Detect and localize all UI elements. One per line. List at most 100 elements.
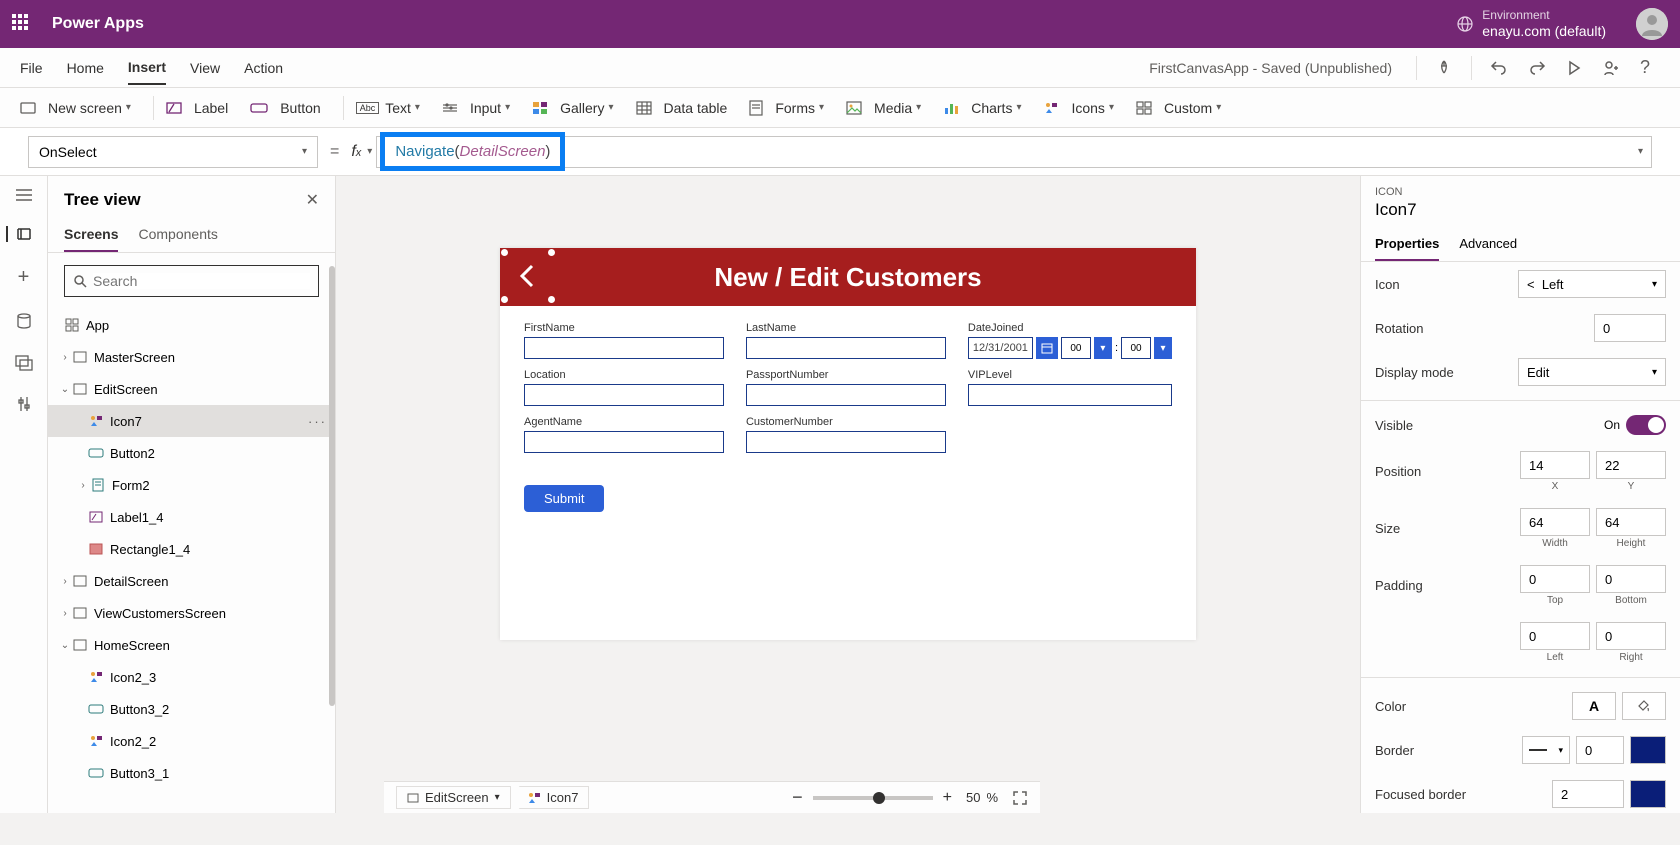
- zoom-slider[interactable]: [813, 796, 933, 800]
- close-icon[interactable]: ✕: [306, 190, 319, 210]
- undo-icon[interactable]: [1490, 59, 1508, 77]
- min-chevron-icon[interactable]: ▾: [1154, 337, 1172, 359]
- last-name-input[interactable]: [746, 337, 946, 359]
- menu-view[interactable]: View: [190, 52, 220, 84]
- border-style-select[interactable]: ▾: [1522, 736, 1570, 764]
- tree-scrollbar[interactable]: [329, 266, 335, 706]
- app-launcher-icon[interactable]: [12, 14, 32, 34]
- formula-input[interactable]: Navigate(DetailScreen) ▾: [376, 136, 1652, 168]
- width-input[interactable]: 64: [1520, 508, 1590, 536]
- vip-input[interactable]: [968, 384, 1172, 406]
- tree-masterscreen[interactable]: ›MasterScreen: [48, 341, 335, 373]
- pos-x-input[interactable]: 14: [1520, 451, 1590, 479]
- tree-rect1-4[interactable]: Rectangle1_4: [48, 533, 335, 565]
- breadcrumb-icon7[interactable]: Icon7: [510, 786, 590, 809]
- calendar-icon[interactable]: [1036, 337, 1058, 359]
- menu-action[interactable]: Action: [244, 52, 283, 84]
- tools-icon[interactable]: [16, 395, 32, 413]
- tree-app[interactable]: App: [48, 309, 335, 341]
- tree-button3-1[interactable]: Button3_1: [48, 757, 335, 789]
- hour-chevron-icon[interactable]: ▾: [1094, 337, 1112, 359]
- icons-dropdown[interactable]: Icons▾: [1043, 100, 1114, 116]
- tree-icon7[interactable]: Icon7···: [48, 405, 335, 437]
- tree-icon2-2[interactable]: Icon2_2: [48, 725, 335, 757]
- rotation-input[interactable]: 0: [1594, 314, 1666, 342]
- user-avatar[interactable]: [1636, 8, 1668, 40]
- hour-select[interactable]: 00: [1061, 337, 1091, 359]
- tree-homescreen[interactable]: ⌄HomeScreen: [48, 629, 335, 661]
- visible-toggle[interactable]: [1626, 415, 1666, 435]
- forms-dropdown[interactable]: Forms▾: [749, 100, 824, 116]
- location-input[interactable]: [524, 384, 724, 406]
- tree-icon2-3[interactable]: Icon2_3: [48, 661, 335, 693]
- tree-button2[interactable]: Button2: [48, 437, 335, 469]
- min-select[interactable]: 00: [1121, 337, 1151, 359]
- date-input[interactable]: 12/31/2001: [968, 337, 1033, 359]
- input-dropdown[interactable]: Input▾: [442, 100, 510, 116]
- icon-select[interactable]: < Left▾: [1518, 270, 1666, 298]
- share-icon[interactable]: [1602, 59, 1620, 77]
- gallery-dropdown[interactable]: Gallery▾: [532, 100, 613, 116]
- tree-viewcustomers[interactable]: ›ViewCustomersScreen: [48, 597, 335, 629]
- pos-y-input[interactable]: 22: [1596, 451, 1666, 479]
- redo-icon[interactable]: [1528, 59, 1546, 77]
- help-icon[interactable]: ?: [1640, 57, 1650, 78]
- media-rail-icon[interactable]: [15, 355, 33, 371]
- canvas-screen[interactable]: New / Edit Customers FirstName LastName …: [500, 248, 1196, 640]
- new-screen-button[interactable]: New screen▾: [20, 100, 131, 116]
- fit-screen-icon[interactable]: [1012, 790, 1028, 806]
- tab-properties[interactable]: Properties: [1375, 228, 1439, 261]
- tree-label1-4[interactable]: Label1_4: [48, 501, 335, 533]
- button-button[interactable]: Button: [250, 100, 320, 116]
- focused-border-color-swatch[interactable]: [1630, 780, 1666, 808]
- text-dropdown[interactable]: AbcText▾: [356, 100, 420, 116]
- passport-input[interactable]: [746, 384, 946, 406]
- media-dropdown[interactable]: Media▾: [846, 100, 921, 116]
- fx-icon[interactable]: fx: [351, 143, 361, 161]
- tree-form2[interactable]: ›Form2: [48, 469, 335, 501]
- pad-bottom-input[interactable]: 0: [1596, 565, 1666, 593]
- formula-expand-icon[interactable]: ▾: [1638, 146, 1643, 157]
- zoom-out-icon[interactable]: −: [792, 787, 803, 808]
- back-icon-selected[interactable]: [504, 252, 552, 300]
- add-icon[interactable]: +: [18, 266, 30, 289]
- menu-home[interactable]: Home: [67, 52, 104, 84]
- submit-button[interactable]: Submit: [524, 485, 604, 512]
- menu-insert[interactable]: Insert: [128, 51, 166, 85]
- play-icon[interactable]: [1566, 60, 1582, 76]
- tree-button3-2[interactable]: Button3_2: [48, 693, 335, 725]
- label-button[interactable]: Label: [166, 100, 228, 116]
- first-name-input[interactable]: [524, 337, 724, 359]
- border-width-input[interactable]: 0: [1576, 736, 1624, 764]
- environment-picker[interactable]: Environment enayu.com (default): [1482, 8, 1606, 39]
- customer-input[interactable]: [746, 431, 946, 453]
- hamburger-icon[interactable]: [15, 188, 33, 202]
- canvas-area[interactable]: New / Edit Customers FirstName LastName …: [336, 176, 1360, 813]
- border-color-swatch[interactable]: [1630, 736, 1666, 764]
- tab-screens[interactable]: Screens: [64, 218, 118, 252]
- pad-left-input[interactable]: 0: [1520, 622, 1590, 650]
- search-input[interactable]: [64, 265, 319, 297]
- search-field[interactable]: [93, 273, 310, 289]
- data-icon[interactable]: [16, 313, 32, 331]
- tree-editscreen[interactable]: ⌄EditScreen: [48, 373, 335, 405]
- menu-file[interactable]: File: [20, 52, 43, 84]
- charts-dropdown[interactable]: Charts▾: [943, 100, 1021, 116]
- app-checker-icon[interactable]: [1435, 59, 1453, 77]
- focused-border-input[interactable]: 2: [1552, 780, 1624, 808]
- pad-right-input[interactable]: 0: [1596, 622, 1666, 650]
- property-selector[interactable]: OnSelect▾: [28, 136, 318, 168]
- agent-input[interactable]: [524, 431, 724, 453]
- custom-dropdown[interactable]: Custom▾: [1136, 100, 1221, 116]
- font-color-button[interactable]: A: [1572, 692, 1616, 720]
- zoom-in-icon[interactable]: +: [943, 789, 952, 807]
- data-table-button[interactable]: Data table: [636, 100, 728, 116]
- more-icon[interactable]: ···: [308, 414, 327, 429]
- fill-color-button[interactable]: [1622, 692, 1666, 720]
- tab-components[interactable]: Components: [138, 218, 217, 252]
- tree-detailscreen[interactable]: ›DetailScreen: [48, 565, 335, 597]
- breadcrumb-editscreen[interactable]: EditScreen▾: [396, 786, 511, 809]
- fx-dropdown-icon[interactable]: ▾: [367, 146, 372, 157]
- pad-top-input[interactable]: 0: [1520, 565, 1590, 593]
- display-mode-select[interactable]: Edit▾: [1518, 358, 1666, 386]
